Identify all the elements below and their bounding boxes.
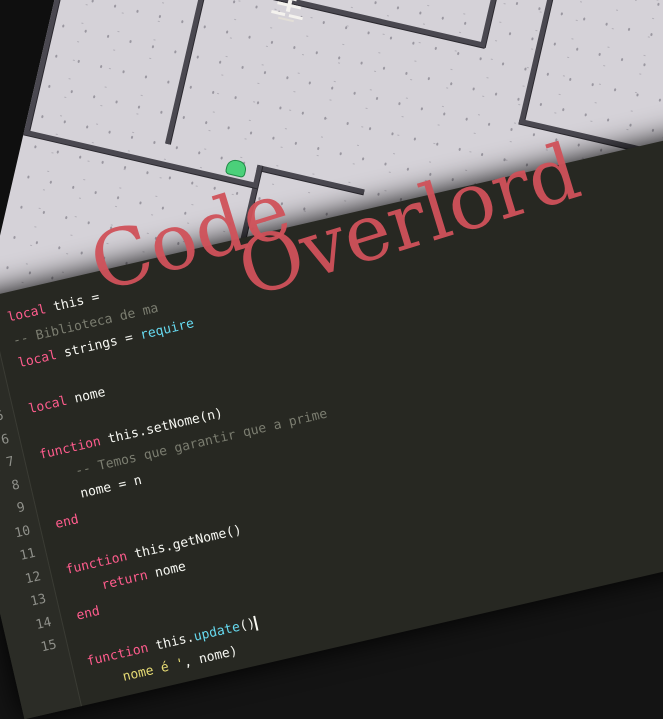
code-token: nome [145, 559, 188, 583]
code-token: end [74, 603, 102, 624]
code-token: nome [65, 384, 107, 409]
code-token: end [53, 511, 80, 532]
dungeon-wall [479, 0, 507, 48]
dungeon-wall [164, 0, 209, 145]
dungeon-wall [518, 0, 569, 124]
line-number [21, 694, 68, 705]
code-token: local [27, 393, 69, 418]
dungeon-wall [202, 0, 486, 48]
code-token: local [16, 347, 59, 372]
dungeon-wall [24, 0, 101, 133]
skeleton-bones-icon [271, 0, 303, 23]
code-token: this.getNome() [125, 522, 244, 564]
